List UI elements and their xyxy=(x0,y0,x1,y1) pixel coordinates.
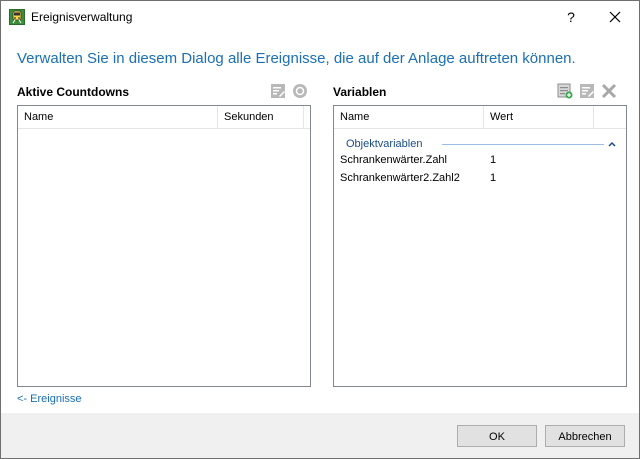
table-row[interactable]: Schrankenwärter.Zahl 1 xyxy=(340,151,630,169)
window-title: Ereignisverwaltung xyxy=(31,10,133,24)
variable-name: Schrankenwärter2.Zahl2 xyxy=(340,172,460,184)
group-divider xyxy=(442,144,604,145)
variable-value: 1 xyxy=(490,154,497,166)
cancel-button[interactable]: Abbrechen xyxy=(545,425,625,447)
intro-text: Verwalten Sie in diesem Dialog alle Erei… xyxy=(17,50,576,67)
footer-bar: OK Abbrechen xyxy=(1,413,639,458)
chevron-up-icon[interactable] xyxy=(606,136,618,152)
column-header-seconds[interactable]: Sekunden xyxy=(218,106,304,128)
countdowns-list[interactable]: Name Sekunden xyxy=(17,105,311,387)
column-header-name[interactable]: Name xyxy=(334,106,484,128)
group-header-objektvariablen[interactable]: Objektvariablen xyxy=(346,136,616,152)
edit-icon[interactable] xyxy=(579,83,595,99)
stop-icon[interactable] xyxy=(292,83,308,99)
delete-icon[interactable] xyxy=(601,83,617,99)
help-button[interactable]: ? xyxy=(557,5,585,29)
edit-icon[interactable] xyxy=(270,83,286,99)
title-bar: Ereignisverwaltung ? xyxy=(1,1,639,33)
variables-header: Name Wert xyxy=(334,106,626,129)
close-icon[interactable] xyxy=(597,5,633,29)
dialog-window: Ereignisverwaltung ? Verwalten Sie in di… xyxy=(0,0,640,459)
back-to-events-link[interactable]: <- Ereignisse xyxy=(17,393,82,405)
add-icon[interactable] xyxy=(557,83,573,99)
train-icon xyxy=(9,9,25,25)
variable-name: Schrankenwärter.Zahl xyxy=(340,154,447,166)
countdowns-title: Aktive Countdowns xyxy=(17,85,130,99)
table-row[interactable]: Schrankenwärter2.Zahl2 1 xyxy=(340,169,630,187)
variables-title: Variablen xyxy=(333,85,387,99)
column-header-value[interactable]: Wert xyxy=(484,106,594,128)
countdowns-header: Name Sekunden xyxy=(18,106,310,129)
group-label: Objektvariablen xyxy=(346,138,423,150)
variables-list[interactable]: Name Wert Objektvariablen Schrankenwärte… xyxy=(333,105,627,387)
ok-button[interactable]: OK xyxy=(457,425,537,447)
variable-value: 1 xyxy=(490,172,497,184)
column-header-name[interactable]: Name xyxy=(18,106,218,128)
